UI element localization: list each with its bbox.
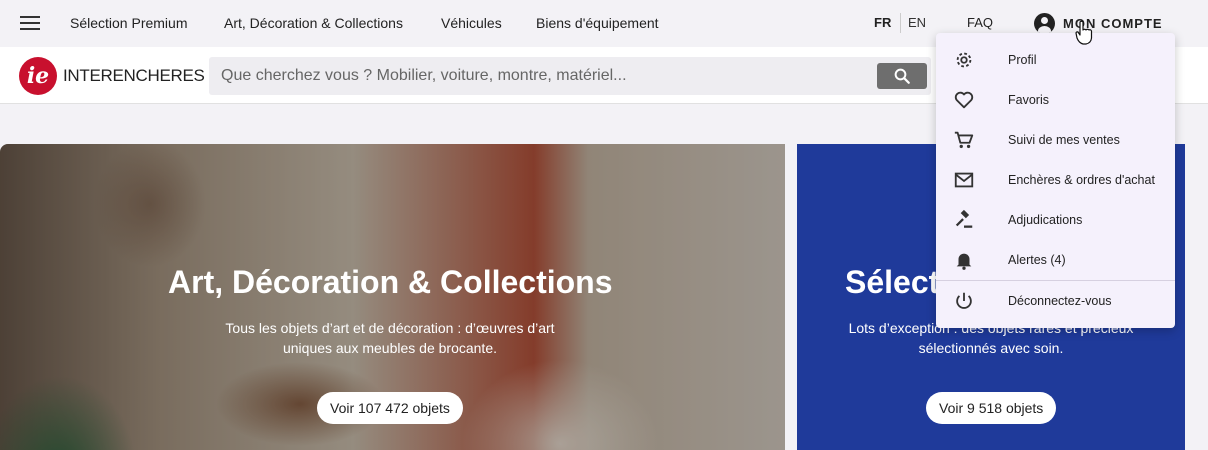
menu-item-encheres-ordres[interactable]: Enchères & ordres d'achat (936, 160, 1175, 200)
hamburger-menu-icon[interactable] (20, 16, 40, 30)
language-fr[interactable]: FR (874, 15, 891, 30)
category-card-art[interactable]: Art, Décoration & Collections Tous les o… (0, 144, 785, 450)
menu-item-adjudications[interactable]: Adjudications (936, 200, 1175, 240)
menu-label-encheres-ordres: Enchères & ordres d'achat (1008, 173, 1155, 187)
card-desc-art-line1: Tous les objets d’art et de décoration :… (225, 320, 555, 336)
menu-label-favoris: Favoris (1008, 93, 1049, 107)
faq-link[interactable]: FAQ (967, 15, 993, 30)
menu-label-deconnexion: Déconnectez-vous (1008, 294, 1112, 308)
heart-icon (953, 89, 975, 111)
bell-icon (953, 249, 975, 271)
logo-text: INTERENCHERES (63, 66, 205, 85)
account-circle-icon (1034, 13, 1055, 34)
card-desc-art: Tous les objets d’art et de décoration :… (190, 318, 590, 358)
logo-mark: ie (19, 57, 57, 95)
menu-item-deconnexion[interactable]: Déconnectez-vous (936, 281, 1175, 321)
account-dropdown-menu: Profil Favoris Suivi de mes ventes Enchè… (936, 33, 1175, 328)
card-desc-premium-line2: sélectionnés avec soin. (918, 340, 1064, 356)
logo[interactable]: ie INTERENCHERES (19, 57, 205, 95)
gear-icon (953, 49, 975, 71)
search-icon (894, 68, 910, 84)
menu-label-alertes: Alertes (4) (1008, 253, 1066, 267)
account-button[interactable]: MON COMPTE (1034, 13, 1163, 34)
card-desc-art-line2: uniques aux meubles de brocante. (282, 340, 498, 356)
menu-label-suivi-ventes: Suivi de mes ventes (1008, 133, 1120, 147)
hand-pointer-cursor-icon (1075, 20, 1093, 45)
power-icon (953, 290, 975, 312)
mail-icon (953, 169, 975, 191)
gavel-icon (953, 209, 975, 231)
view-art-objects-button[interactable]: Voir 107 472 objets (317, 392, 463, 424)
menu-label-adjudications: Adjudications (1008, 213, 1083, 227)
search-input[interactable] (209, 57, 869, 95)
nav-link-biens-equipement[interactable]: Biens d'équipement (536, 15, 659, 31)
nav-link-selection-premium[interactable]: Sélection Premium (70, 15, 188, 31)
view-premium-objects-button[interactable]: Voir 9 518 objets (926, 392, 1057, 424)
language-divider (900, 13, 901, 33)
menu-item-suivi-ventes[interactable]: Suivi de mes ventes (936, 120, 1175, 160)
menu-item-profil[interactable]: Profil (936, 40, 1175, 80)
menu-item-favoris[interactable]: Favoris (936, 80, 1175, 120)
search-button[interactable] (877, 63, 927, 89)
cart-icon (953, 129, 975, 151)
nav-link-art-decoration[interactable]: Art, Décoration & Collections (224, 15, 403, 31)
language-en[interactable]: EN (908, 15, 926, 30)
search-box (209, 57, 931, 95)
card-title-art: Art, Décoration & Collections (168, 264, 613, 300)
nav-link-vehicules[interactable]: Véhicules (441, 15, 502, 31)
menu-label-profil: Profil (1008, 53, 1037, 67)
menu-item-alertes[interactable]: Alertes (4) (936, 240, 1175, 280)
